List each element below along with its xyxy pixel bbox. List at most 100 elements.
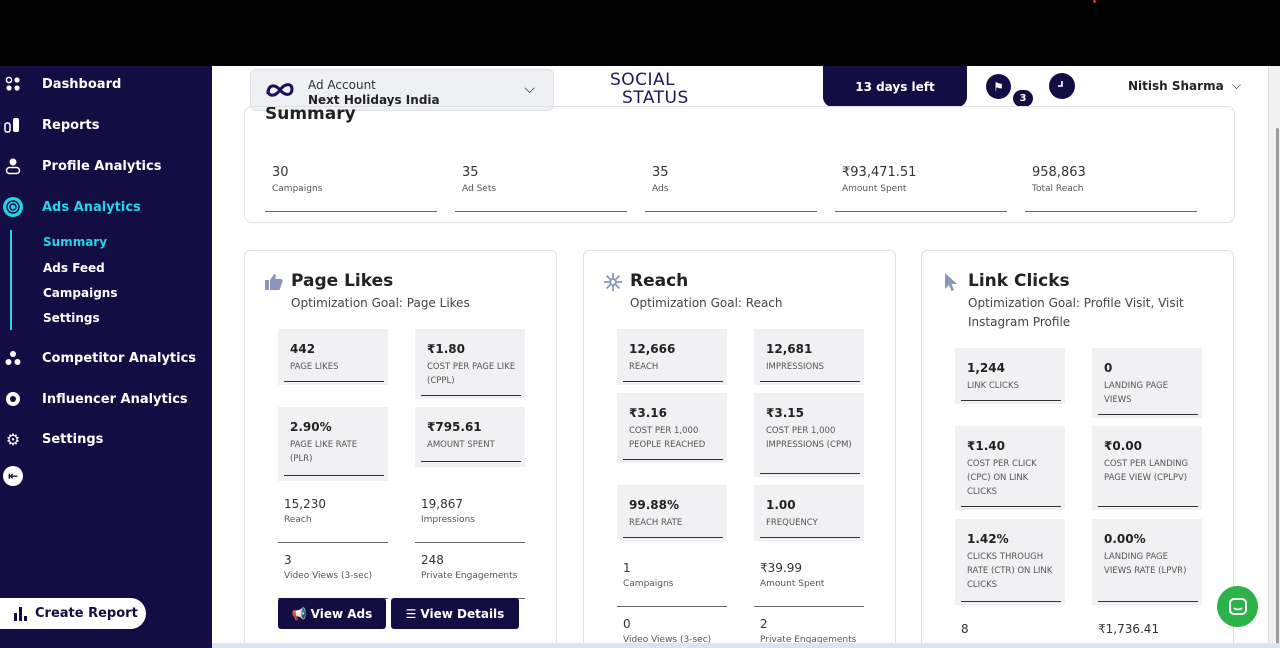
ad-account-name: Next Holidays India — [308, 93, 440, 107]
metric-label: REACH RATE — [629, 518, 683, 528]
metric-label: Campaigns — [623, 579, 674, 589]
metric-box: 442 PAGE LIKES — [278, 329, 388, 385]
ad-account-label: Ad Account — [308, 78, 376, 92]
metric-box: ₹1.40 COST PER CLICK (CPC) ON LINK CLICK… — [955, 426, 1065, 510]
sidebar-item-label: Settings — [42, 431, 104, 447]
subitem-campaigns[interactable]: Campaigns — [43, 286, 117, 300]
metric-label: LANDING PAGE VIEWS RATE (LPVR) — [1104, 552, 1187, 576]
sidebar-item-label: Reports — [42, 117, 100, 133]
reach-icon — [602, 271, 624, 293]
metric-box: 0.00% LANDING PAGE VIEWS RATE (LPVR) — [1092, 519, 1202, 605]
summary-label: Total Reach — [1032, 184, 1084, 194]
thumbs-up-icon — [263, 271, 285, 293]
main-content: Ad Account Next Holidays India ⌵ SOCIAL … — [212, 66, 1268, 648]
metric-underline — [961, 506, 1061, 507]
metric-underline — [421, 395, 521, 396]
reach-card: Reach Optimization Goal: Reach 12,666 RE… — [583, 250, 896, 648]
flag-icon[interactable]: ⚑ — [986, 74, 1011, 99]
metric-underline — [961, 400, 1061, 401]
metric-value: 1.42% — [967, 532, 1009, 546]
view-ads-button[interactable]: 📢 View Ads — [278, 598, 386, 629]
social-status-logo: SOCIAL STATUS — [610, 71, 690, 107]
create-report-button[interactable]: Create Report — [0, 598, 146, 629]
summary-cell-campaigns: 30 Campaigns — [265, 165, 437, 212]
metric-value: 1.00 — [766, 498, 796, 512]
link-clicks-card: Link Clicks Optimization Goal: Profile V… — [921, 250, 1234, 648]
summary-value: 35 — [652, 165, 669, 180]
metric-label: AMOUNT SPENT — [427, 440, 495, 450]
chevron-down-icon[interactable]: ⌵ — [1232, 78, 1241, 93]
metric-value: 19,867 — [421, 497, 463, 511]
view-details-label: View Details — [420, 606, 505, 621]
plain-metric: 1 Campaigns — [617, 561, 727, 607]
metric-label: FREQUENCY — [766, 518, 818, 528]
metric-underline — [1098, 506, 1198, 507]
card-title: Reach — [630, 271, 689, 291]
metric-label: COST PER 1,000 IMPRESSIONS (CPM) — [766, 426, 852, 450]
metric-box: ₹795.61 AMOUNT SPENT — [415, 407, 525, 467]
user-name[interactable]: Nitish Sharma — [1128, 79, 1224, 93]
metric-value: ₹0.00 — [1104, 439, 1142, 453]
metric-value: 99.88% — [629, 498, 679, 512]
metric-label: LANDING PAGE VIEWS — [1104, 381, 1169, 405]
metric-underline — [760, 537, 860, 538]
influencer-icon — [3, 389, 23, 409]
card-goal: Optimization Goal: Page Likes — [291, 296, 470, 310]
subitem-ads-feed[interactable]: Ads Feed — [43, 261, 105, 275]
chat-button[interactable] — [1217, 586, 1258, 627]
metric-label: CLICKS THROUGH RATE (CTR) ON LINK CLICKS — [967, 552, 1053, 590]
summary-cell-ad-sets: 35 Ad Sets — [455, 165, 627, 212]
metric-underline — [284, 475, 384, 476]
metric-label: COST PER PAGE LIKE (CPPL) — [427, 362, 516, 386]
metric-value: 0 — [1104, 361, 1113, 375]
metric-value: 442 — [290, 342, 316, 356]
metric-value: ₹1.80 — [427, 342, 465, 356]
metric-box: 99.88% REACH RATE — [617, 485, 727, 541]
metric-value: 2 — [760, 617, 768, 631]
metric-value: 1 — [623, 561, 631, 575]
metric-label: Video Views (3-sec) — [284, 571, 373, 581]
subitem-summary[interactable]: Summary — [43, 235, 107, 249]
metric-value: 12,681 — [766, 342, 813, 356]
bar-chart-icon — [14, 606, 27, 621]
metric-value: 12,666 — [629, 342, 676, 356]
page-likes-card: Page Likes Optimization Goal: Page Likes… — [244, 250, 557, 648]
sidebar-item-label: Ads Analytics — [42, 199, 141, 215]
metric-underline — [1098, 601, 1198, 602]
metric-box: 1,244 LINK CLICKS — [955, 348, 1065, 404]
metric-box: 12,666 REACH — [617, 329, 727, 385]
logo-line2: STATUS — [622, 88, 689, 108]
card-goal: Optimization Goal: Reach — [630, 296, 783, 310]
trial-days-left-button[interactable]: 13 days left — [823, 66, 967, 107]
summary-label: Campaigns — [272, 184, 323, 194]
sidebar-item-label: Profile Analytics — [42, 158, 162, 174]
metric-underline — [623, 381, 723, 382]
collapse-icon: ⇤ — [3, 466, 23, 486]
plain-metric: 248 Private Engagements — [415, 553, 525, 599]
metric-label: Amount Spent — [760, 579, 825, 589]
metric-box: 1.42% CLICKS THROUGH RATE (CTR) ON LINK … — [955, 519, 1065, 605]
subitem-settings[interactable]: Settings — [43, 311, 100, 325]
metric-box: 12,681 IMPRESSIONS — [754, 329, 864, 385]
ad-account-selector[interactable]: Ad Account Next Holidays India ⌵ — [250, 69, 554, 111]
competitor-icon — [3, 348, 23, 368]
metric-box: 2.90% PAGE LIKE RATE (PLR) — [278, 407, 388, 481]
chat-icon — [1228, 597, 1247, 615]
scrollbar-thumb[interactable] — [1276, 128, 1279, 648]
sidebar: Dashboard Reports Profile Analytics Ads … — [0, 66, 212, 648]
metric-box: ₹1.80 COST PER PAGE LIKE (CPPL) — [415, 329, 525, 399]
reports-icon — [3, 115, 23, 135]
metric-label: PAGE LIKE RATE (PLR) — [290, 440, 358, 464]
summary-cell-total-reach: 958,863 Total Reach — [1025, 165, 1197, 212]
summary-cell-amount-spent: ₹93,471.51 Amount Spent — [835, 165, 1007, 212]
metric-value: 15,230 — [284, 497, 326, 511]
metric-box: ₹3.15 COST PER 1,000 IMPRESSIONS (CPM) — [754, 393, 864, 477]
notification-badge: 3 — [1013, 90, 1033, 107]
clock-icon[interactable] — [1049, 73, 1075, 99]
vertical-scrollbar[interactable] — [1268, 66, 1280, 648]
view-details-button[interactable]: ☰ View Details — [391, 598, 519, 629]
gear-icon: ⚙ — [5, 429, 21, 449]
metric-value: ₹795.61 — [427, 420, 482, 434]
plain-metric: 3 Video Views (3-sec) — [278, 553, 388, 599]
metric-value: ₹39.99 — [760, 561, 802, 575]
